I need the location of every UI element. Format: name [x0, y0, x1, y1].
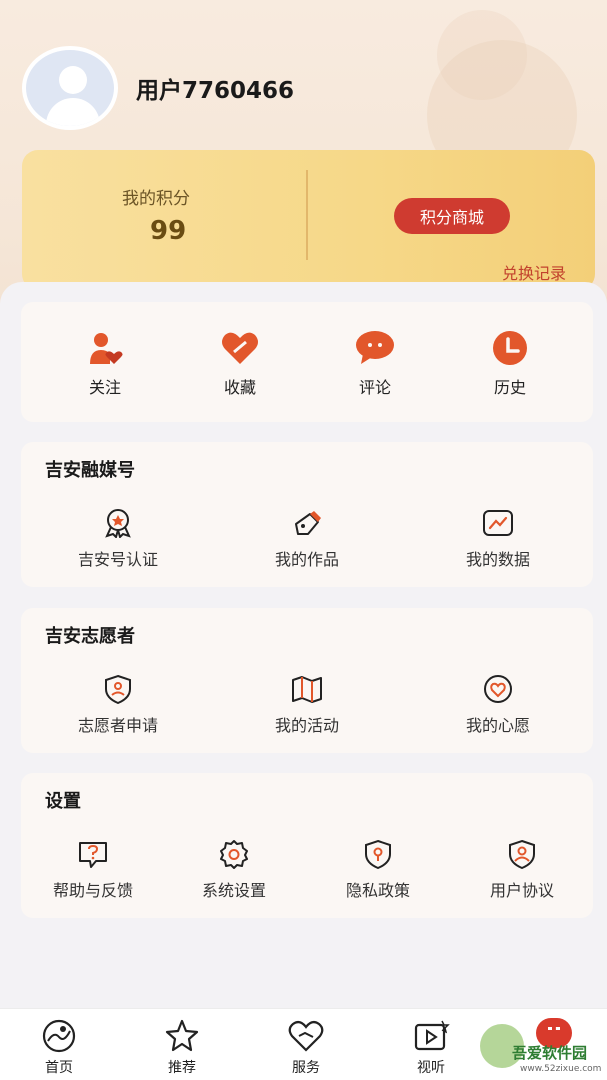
settings-item-system[interactable]: 系统设置 — [184, 839, 284, 901]
avatar[interactable] — [22, 46, 118, 130]
tab-video[interactable]: 视听 — [391, 1019, 471, 1077]
volunteer-item-apply-label: 志愿者申请 — [77, 716, 158, 735]
quick-actions-card: 关注 收藏 评论 历史 — [21, 302, 593, 422]
favorite-heart-icon — [220, 330, 260, 366]
settings-item-agreement[interactable]: 用户协议 — [472, 839, 572, 901]
quick-comment-label: 评论 — [358, 378, 391, 397]
settings-section-title: 设置 — [45, 791, 81, 812]
settings-item-privacy-label: 隐私政策 — [345, 881, 410, 900]
tab-service[interactable]: 服务 — [266, 1019, 346, 1077]
media-item-certification[interactable]: 吉安号认证 — [68, 508, 168, 570]
comment-bubble-icon — [355, 330, 395, 366]
settings-section-card: 设置 帮助与反馈 系统设置 隐私政策 用户协议 — [21, 773, 593, 918]
header-decoration-small — [437, 10, 527, 100]
settings-item-help[interactable]: 帮助与反馈 — [38, 839, 148, 901]
volunteer-item-apply[interactable]: 志愿者申请 — [63, 674, 173, 736]
media-section-card: 吉安融媒号 吉安号认证 我的作品 我的数据 — [21, 442, 593, 587]
quick-history[interactable]: 历史 — [465, 330, 555, 398]
follow-icon — [85, 330, 125, 366]
service-heart-icon — [287, 1019, 325, 1053]
settings-item-help-label: 帮助与反馈 — [52, 881, 133, 900]
gear-icon — [217, 839, 251, 869]
volunteer-section-card: 吉安志愿者 志愿者申请 我的活动 我的心愿 — [21, 608, 593, 753]
volunteer-item-wishes-label: 我的心愿 — [465, 716, 530, 735]
quick-history-label: 历史 — [493, 378, 526, 397]
points-label: 我的积分 — [122, 189, 190, 209]
volunteer-item-activities[interactable]: 我的活动 — [257, 674, 357, 736]
volunteer-shield-icon — [101, 674, 135, 705]
chart-data-icon — [481, 508, 515, 538]
badge-award-icon — [101, 508, 135, 539]
volunteer-item-activities-label: 我的活动 — [274, 716, 339, 735]
quick-favorite-label: 收藏 — [223, 378, 256, 397]
tab-video-label: 视听 — [417, 1060, 445, 1076]
user-agreement-icon — [505, 839, 539, 870]
media-item-works[interactable]: 我的作品 — [257, 508, 357, 570]
history-clock-icon — [490, 330, 530, 366]
watermark-sub: www.52zixue.com — [520, 1064, 602, 1074]
points-card: 我的积分 99 积分商城 兑换记录 — [22, 150, 595, 290]
map-activity-icon — [290, 674, 324, 704]
video-play-icon — [412, 1019, 450, 1053]
quick-follow-label: 关注 — [88, 378, 121, 397]
star-recommend-icon — [163, 1019, 201, 1053]
home-globe-icon — [40, 1019, 78, 1053]
settings-item-system-label: 系统设置 — [201, 881, 266, 900]
heart-wish-icon — [481, 674, 515, 704]
quick-favorite[interactable]: 收藏 — [195, 330, 285, 398]
pen-edit-icon — [290, 508, 324, 538]
settings-item-agreement-label: 用户协议 — [489, 881, 554, 900]
media-item-data[interactable]: 我的数据 — [448, 508, 548, 570]
points-mall-button[interactable]: 积分商城 — [394, 198, 510, 234]
tab-service-label: 服务 — [292, 1060, 320, 1076]
media-item-data-label: 我的数据 — [465, 550, 530, 569]
points-value[interactable]: 99 — [150, 216, 186, 246]
help-question-icon — [76, 839, 110, 869]
settings-item-privacy[interactable]: 隐私政策 — [328, 839, 428, 901]
tab-home-label: 首页 — [45, 1060, 73, 1076]
tab-home[interactable]: 首页 — [19, 1019, 99, 1077]
watermark-text: 吾爱软件园 — [512, 1044, 588, 1062]
exchange-record-link[interactable]: 兑换记录 — [502, 260, 566, 284]
tab-recommend-label: 推荐 — [168, 1060, 196, 1076]
media-item-works-label: 我的作品 — [274, 550, 339, 569]
watermark: 吾爱软件园 www.52zixue.com — [476, 1018, 607, 1078]
quick-follow[interactable]: 关注 — [60, 330, 150, 398]
username: 用户7760466 — [136, 78, 295, 104]
tab-recommend[interactable]: 推荐 — [142, 1019, 222, 1077]
profile-header[interactable]: 用户7760466 — [22, 46, 294, 130]
media-item-certification-label: 吉安号认证 — [77, 550, 158, 569]
privacy-shield-icon — [361, 839, 395, 870]
points-divider — [306, 170, 308, 260]
volunteer-item-wishes[interactable]: 我的心愿 — [448, 674, 548, 736]
volunteer-section-title: 吉安志愿者 — [45, 626, 135, 647]
media-section-title: 吉安融媒号 — [45, 460, 135, 481]
quick-comment[interactable]: 评论 — [330, 330, 420, 398]
